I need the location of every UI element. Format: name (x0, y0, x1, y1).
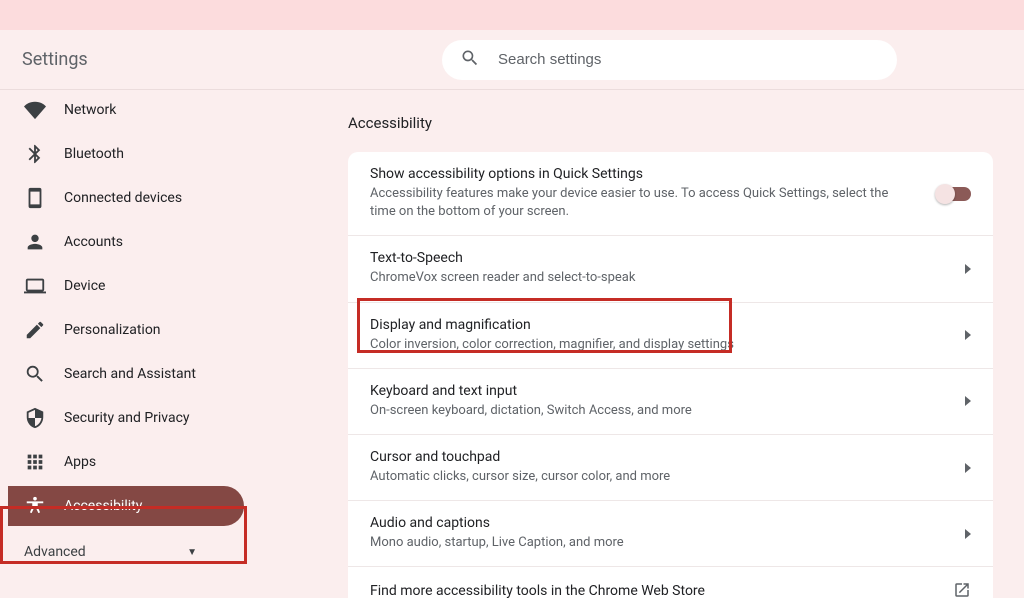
sidebar-item-label: Personalization (64, 322, 161, 338)
row-sub: Accessibility features make your device … (370, 185, 917, 221)
row-title: Show accessibility options in Quick Sett… (370, 166, 917, 182)
chevron-right-icon (965, 330, 971, 340)
search-icon (460, 48, 498, 72)
sidebar-item-connected-devices[interactable]: Connected devices (8, 178, 244, 218)
row-title: Cursor and touchpad (370, 449, 945, 465)
sidebar-advanced[interactable]: Advanced ▼ (8, 530, 213, 574)
laptop-icon (24, 275, 46, 297)
sidebar-item-label: Connected devices (64, 190, 182, 206)
row-action (953, 581, 971, 598)
section-title: Accessibility (348, 114, 1000, 132)
row-text-to-speech[interactable]: Text-to-Speech ChromeVox screen reader a… (348, 236, 993, 302)
sidebar-item-label: Apps (64, 454, 96, 470)
bluetooth-icon (24, 143, 46, 165)
row-text: Display and magnification Color inversio… (370, 317, 965, 354)
chevron-right-icon (965, 396, 971, 406)
advanced-label: Advanced (24, 544, 86, 560)
sidebar: Network Bluetooth Connected devices Acco… (0, 90, 300, 598)
sidebar-item-personalization[interactable]: Personalization (8, 310, 244, 350)
sidebar-item-network[interactable]: Network (8, 90, 244, 130)
sidebar-item-label: Search and Assistant (64, 366, 196, 382)
sidebar-item-label: Device (64, 278, 105, 294)
sidebar-item-apps[interactable]: Apps (8, 442, 244, 482)
row-display-magnification[interactable]: Display and magnification Color inversio… (348, 303, 993, 369)
settings-card: Show accessibility options in Quick Sett… (348, 152, 993, 598)
shield-icon (24, 407, 46, 429)
row-action (965, 529, 971, 539)
sidebar-item-label: Accounts (64, 234, 123, 250)
row-text: Find more accessibility tools in the Chr… (370, 583, 953, 598)
row-quick-settings[interactable]: Show accessibility options in Quick Sett… (348, 152, 993, 236)
row-sub: Automatic clicks, cursor size, cursor co… (370, 468, 945, 486)
pencil-icon (24, 319, 46, 341)
sidebar-item-search-assistant[interactable]: Search and Assistant (8, 354, 244, 394)
sidebar-item-accounts[interactable]: Accounts (8, 222, 244, 262)
header-bar: Settings (0, 30, 1024, 90)
sidebar-item-bluetooth[interactable]: Bluetooth (8, 134, 244, 174)
phone-icon (24, 187, 46, 209)
row-title: Find more accessibility tools in the Chr… (370, 583, 933, 598)
open-external-icon (953, 581, 971, 598)
sidebar-item-label: Security and Privacy (64, 410, 190, 426)
sidebar-item-security-privacy[interactable]: Security and Privacy (8, 398, 244, 438)
row-text: Audio and captions Mono audio, startup, … (370, 515, 965, 552)
chevron-right-icon (965, 529, 971, 539)
toggle-switch[interactable] (937, 187, 971, 201)
chevron-right-icon (965, 264, 971, 274)
row-cursor-touchpad[interactable]: Cursor and touchpad Automatic clicks, cu… (348, 435, 993, 501)
row-keyboard-text-input[interactable]: Keyboard and text input On-screen keyboa… (348, 369, 993, 435)
row-sub: Color inversion, color correction, magni… (370, 336, 945, 354)
accessibility-icon (24, 495, 46, 517)
row-title: Keyboard and text input (370, 383, 945, 399)
row-text: Keyboard and text input On-screen keyboa… (370, 383, 965, 420)
chevron-right-icon (965, 463, 971, 473)
row-text: Show accessibility options in Quick Sett… (370, 166, 937, 221)
sidebar-item-label: Accessibility (64, 498, 142, 514)
row-sub: On-screen keyboard, dictation, Switch Ac… (370, 402, 945, 420)
wifi-icon (24, 99, 46, 121)
row-web-store[interactable]: Find more accessibility tools in the Chr… (348, 567, 993, 598)
sidebar-item-label: Network (64, 102, 116, 118)
row-title: Display and magnification (370, 317, 945, 333)
app-title: Settings (22, 49, 442, 70)
search-icon (24, 363, 46, 385)
content-area: Accessibility Show accessibility options… (300, 90, 1024, 598)
row-title: Audio and captions (370, 515, 945, 531)
row-text: Text-to-Speech ChromeVox screen reader a… (370, 250, 965, 287)
person-icon (24, 231, 46, 253)
row-action (937, 187, 971, 201)
row-sub: Mono audio, startup, Live Caption, and m… (370, 534, 945, 552)
window-top-strip (0, 0, 1024, 30)
row-text: Cursor and touchpad Automatic clicks, cu… (370, 449, 965, 486)
sidebar-item-label: Bluetooth (64, 146, 124, 162)
search-box[interactable] (442, 40, 897, 80)
row-action (965, 463, 971, 473)
row-action (965, 396, 971, 406)
search-input[interactable] (498, 51, 879, 68)
row-title: Text-to-Speech (370, 250, 945, 266)
row-audio-captions[interactable]: Audio and captions Mono audio, startup, … (348, 501, 993, 567)
sidebar-item-device[interactable]: Device (8, 266, 244, 306)
row-action (965, 330, 971, 340)
apps-icon (24, 451, 46, 473)
chevron-down-icon: ▼ (187, 547, 197, 558)
sidebar-item-accessibility[interactable]: Accessibility (8, 486, 244, 526)
row-action (965, 264, 971, 274)
row-sub: ChromeVox screen reader and select-to-sp… (370, 269, 945, 287)
